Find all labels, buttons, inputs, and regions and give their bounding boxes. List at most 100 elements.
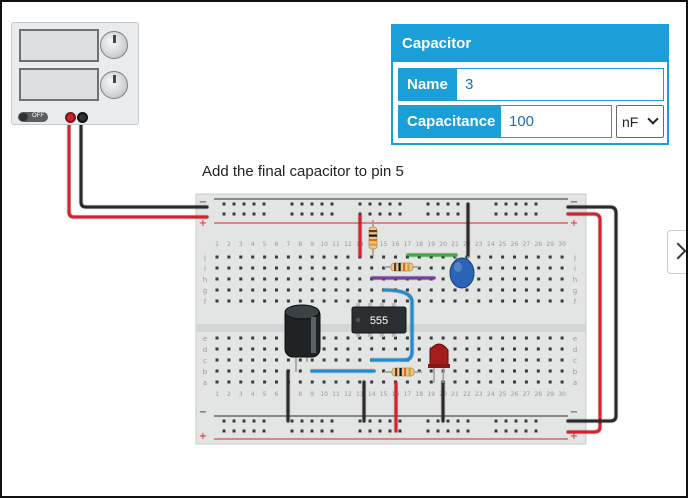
rail-hole[interactable] (378, 419, 382, 423)
hole[interactable] (405, 380, 409, 384)
hole[interactable] (286, 266, 290, 270)
hole[interactable] (548, 380, 552, 384)
hole[interactable] (239, 358, 243, 362)
hole[interactable] (513, 288, 516, 292)
rail-hole[interactable] (504, 202, 508, 206)
rail-hole[interactable] (320, 419, 324, 423)
hole[interactable] (239, 380, 243, 384)
rail-hole[interactable] (330, 202, 334, 206)
rail-hole[interactable] (330, 419, 334, 423)
hole[interactable] (489, 358, 493, 362)
rail-hole[interactable] (222, 202, 226, 206)
hole[interactable] (524, 347, 528, 351)
hole[interactable] (465, 347, 469, 351)
hole[interactable] (322, 380, 326, 384)
hole[interactable] (536, 369, 540, 373)
rail-hole[interactable] (466, 429, 470, 433)
hole[interactable] (453, 336, 457, 340)
rail-hole[interactable] (290, 212, 294, 216)
hole[interactable] (560, 336, 564, 340)
hole[interactable] (465, 380, 469, 384)
hole[interactable] (477, 358, 481, 362)
hole[interactable] (215, 288, 219, 292)
hole[interactable] (536, 380, 540, 384)
hole[interactable] (548, 347, 552, 351)
hole[interactable] (346, 380, 350, 384)
hole[interactable] (489, 266, 493, 270)
hole[interactable] (334, 266, 338, 270)
hole[interactable] (429, 336, 433, 340)
hole[interactable] (298, 255, 302, 259)
hole[interactable] (513, 266, 516, 270)
rail-hole[interactable] (290, 419, 294, 423)
hole[interactable] (251, 358, 255, 362)
hole[interactable] (334, 299, 338, 303)
hole[interactable] (465, 288, 469, 292)
hole[interactable] (310, 266, 314, 270)
hole[interactable] (322, 288, 326, 292)
hole[interactable] (417, 347, 421, 351)
rail-hole[interactable] (300, 419, 304, 423)
rail-hole[interactable] (388, 419, 392, 423)
psu-positive-wire[interactable] (67, 112, 209, 219)
hole[interactable] (346, 255, 350, 259)
rail-hole[interactable] (262, 419, 266, 423)
hole[interactable] (548, 369, 552, 373)
hole[interactable] (370, 299, 374, 303)
rail-hole[interactable] (232, 202, 236, 206)
hole[interactable] (524, 288, 528, 292)
hole[interactable] (358, 277, 362, 281)
hole[interactable] (548, 299, 552, 303)
hole[interactable] (322, 266, 326, 270)
rail-hole[interactable] (358, 429, 362, 433)
hole[interactable] (441, 299, 445, 303)
hole[interactable] (334, 380, 338, 384)
hole[interactable] (239, 266, 243, 270)
name-field[interactable]: Name 3 (398, 68, 664, 101)
rail-hole[interactable] (466, 419, 470, 423)
rail-hole[interactable] (222, 429, 226, 433)
hole[interactable] (524, 266, 528, 270)
hole[interactable] (501, 266, 505, 270)
rail-hole[interactable] (534, 202, 538, 206)
hole[interactable] (560, 369, 564, 373)
rail-hole[interactable] (388, 429, 392, 433)
hole[interactable] (405, 299, 409, 303)
hole[interactable] (286, 299, 290, 303)
rail-hole[interactable] (222, 419, 226, 423)
hole[interactable] (370, 380, 374, 384)
positive-terminal[interactable] (65, 112, 76, 123)
rail-hole[interactable] (320, 202, 324, 206)
hole[interactable] (322, 358, 326, 362)
hole[interactable] (322, 336, 326, 340)
hole[interactable] (215, 277, 219, 281)
hole[interactable] (536, 255, 540, 259)
capacitance-input[interactable]: 100 (501, 106, 611, 137)
power-switch[interactable]: OFF (18, 112, 48, 122)
hole[interactable] (263, 336, 267, 340)
hole[interactable] (322, 299, 326, 303)
hole[interactable] (501, 288, 505, 292)
hole[interactable] (215, 347, 219, 351)
hole[interactable] (251, 299, 255, 303)
hole[interactable] (536, 288, 540, 292)
hole[interactable] (334, 336, 338, 340)
hole[interactable] (453, 358, 457, 362)
hole[interactable] (227, 299, 231, 303)
hole[interactable] (441, 277, 445, 281)
hole[interactable] (227, 347, 231, 351)
hole[interactable] (417, 380, 421, 384)
rail-hole[interactable] (262, 212, 266, 216)
hole[interactable] (536, 336, 540, 340)
hole[interactable] (465, 369, 469, 373)
hole[interactable] (417, 288, 421, 292)
hole[interactable] (334, 358, 338, 362)
hole[interactable] (524, 277, 528, 281)
hole[interactable] (346, 347, 350, 351)
hole[interactable] (346, 288, 350, 292)
hole[interactable] (453, 380, 457, 384)
hole[interactable] (358, 288, 362, 292)
rail-hole[interactable] (446, 429, 450, 433)
hole[interactable] (334, 288, 338, 292)
hole[interactable] (310, 299, 314, 303)
